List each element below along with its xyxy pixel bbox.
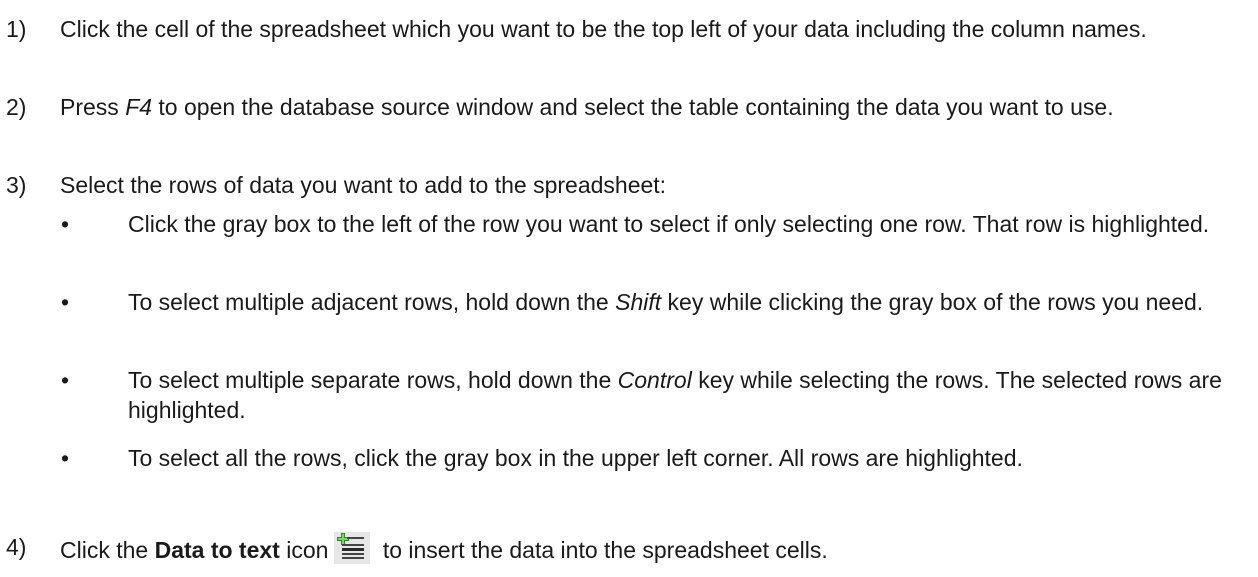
bullet-dot: • [61, 211, 70, 237]
step-4-number: 4) [6, 534, 27, 560]
step-2-text-pre: Press [60, 94, 126, 120]
bullet-item: • Click the gray box to the left of the … [61, 209, 1238, 239]
step-1: 1) Click the cell of the spreadsheet whi… [0, 14, 1245, 44]
step-4-text-post: to insert the data into the spreadsheet … [376, 537, 828, 563]
step-4: 4) Click the Data to text icon to insert… [0, 532, 1245, 565]
key-control: Control [617, 367, 692, 393]
bullet-dot: • [61, 367, 70, 393]
step-2-text-post: to open the database source window and s… [152, 94, 1114, 120]
data-to-text-icon [334, 532, 371, 564]
step-4-text-mid: icon [279, 537, 329, 563]
bullet-text-pre: To select multiple separate rows, hold d… [128, 367, 618, 393]
step-2-number: 2) [6, 94, 27, 120]
bullet-text-pre: To select multiple adjacent rows, hold d… [128, 289, 616, 315]
step-3-text: Select the rows of data you want to add … [60, 172, 667, 198]
step-1-text: Click the cell of the spreadsheet which … [60, 16, 1147, 42]
bullet-text-post: key while clicking the gray box of the r… [661, 289, 1204, 315]
bullet-dot: • [61, 289, 70, 315]
bullet-item: • To select all the rows, click the gray… [61, 443, 1238, 473]
step-2: 2) Press F4 to open the database source … [0, 92, 1245, 122]
bullet-dot: • [61, 445, 70, 471]
bullet-text: To select all the rows, click the gray b… [128, 445, 1023, 471]
step-4-text-pre: Click the [60, 537, 155, 563]
bullet-text: Click the gray box to the left of the ro… [128, 211, 1210, 237]
step-3: 3) Select the rows of data you want to a… [0, 170, 1245, 200]
step-3-number: 3) [6, 172, 27, 198]
step-1-number: 1) [6, 16, 27, 42]
key-shift: Shift [615, 289, 662, 315]
key-f4: F4 [125, 94, 153, 120]
bullet-item: • To select multiple adjacent rows, hold… [61, 287, 1238, 317]
bullet-item: • To select multiple separate rows, hold… [61, 365, 1238, 425]
data-to-text-label: Data to text [154, 537, 280, 563]
